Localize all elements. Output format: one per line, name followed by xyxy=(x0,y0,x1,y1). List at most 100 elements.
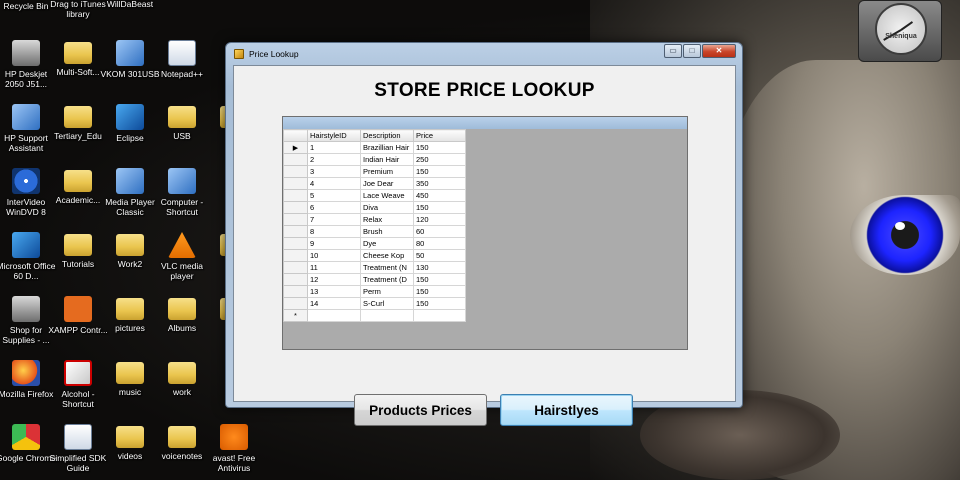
table-row[interactable]: 10 Cheese Kop 50 xyxy=(283,249,466,262)
new-row-cell[interactable] xyxy=(360,309,414,322)
cell-price[interactable]: 120 xyxy=(413,213,466,226)
row-header[interactable] xyxy=(283,261,308,274)
cell-description[interactable]: Treatment (N xyxy=(360,261,414,274)
desktop-icon[interactable]: Tutorials xyxy=(48,232,108,269)
table-row[interactable]: 7 Relax 120 xyxy=(283,213,466,226)
cell-hairstyleid[interactable]: 7 xyxy=(307,213,361,226)
cell-hairstyleid[interactable]: 4 xyxy=(307,177,361,190)
row-header[interactable] xyxy=(283,165,308,178)
cell-price[interactable]: 150 xyxy=(413,165,466,178)
row-header[interactable] xyxy=(283,273,308,286)
new-row-cell[interactable] xyxy=(413,309,466,322)
cell-description[interactable]: Treatment (D xyxy=(360,273,414,286)
row-header[interactable] xyxy=(283,297,308,310)
cell-price[interactable]: 150 xyxy=(413,273,466,286)
clock-gadget[interactable]: Sheniqua xyxy=(858,0,942,62)
desktop-icon[interactable]: work xyxy=(152,360,212,397)
price-lookup-window[interactable]: Price Lookup ▭ □ ✕ STORE PRICE LOOKUP Ha… xyxy=(225,42,743,426)
cell-description[interactable]: Premium xyxy=(360,165,414,178)
hairstyles-datagrid[interactable]: HairstyleID Description Price ▶ 1 Brazilli… xyxy=(282,116,688,350)
desktop-icon[interactable]: Drag to iTunes library xyxy=(48,0,108,19)
row-header[interactable] xyxy=(283,237,308,250)
cell-price[interactable]: 150 xyxy=(413,141,466,154)
cell-price[interactable]: 450 xyxy=(413,189,466,202)
table-row[interactable]: 5 Lace Weave 450 xyxy=(283,189,466,202)
cell-price[interactable]: 150 xyxy=(413,285,466,298)
hairstyles-button[interactable]: Hairstlyes xyxy=(500,394,633,426)
cell-hairstyleid[interactable]: 12 xyxy=(307,273,361,286)
table-row[interactable]: ▶ 1 Brazillian Hair 150 xyxy=(283,141,466,154)
row-header[interactable] xyxy=(283,189,308,202)
table-row[interactable]: 6 Diva 150 xyxy=(283,201,466,214)
new-row-cell[interactable] xyxy=(307,309,361,322)
desktop-icon[interactable]: avast! Free Antivirus xyxy=(204,424,264,473)
desktop-icon[interactable]: pictures xyxy=(100,296,160,333)
desktop-icon[interactable]: XAMPP Contr... xyxy=(48,296,108,335)
table-row[interactable]: 8 Brush 60 xyxy=(283,225,466,238)
desktop-icon[interactable]: Eclipse xyxy=(100,104,160,143)
cell-description[interactable]: Perm xyxy=(360,285,414,298)
cell-hairstyleid[interactable]: 6 xyxy=(307,201,361,214)
desktop-icon[interactable]: voicenotes xyxy=(152,424,212,461)
row-header[interactable] xyxy=(283,285,308,298)
new-row-indicator[interactable]: * xyxy=(283,309,308,322)
desktop-icon[interactable]: Simplified SDK Guide xyxy=(48,424,108,473)
cell-description[interactable]: Indian Hair xyxy=(360,153,414,166)
app-form-icon[interactable] xyxy=(234,49,244,59)
title-bar[interactable]: Price Lookup ▭ □ ✕ xyxy=(226,43,742,65)
table-row[interactable]: 14 S-Curl 150 xyxy=(283,297,466,310)
minimize-button[interactable]: ▭ xyxy=(664,44,682,58)
cell-hairstyleid[interactable]: 1 xyxy=(307,141,361,154)
table-row[interactable]: 2 Indian Hair 250 xyxy=(283,153,466,166)
cell-hairstyleid[interactable]: 3 xyxy=(307,165,361,178)
desktop-icon[interactable]: Tertiary_Edu xyxy=(48,104,108,141)
close-button[interactable]: ✕ xyxy=(702,44,736,58)
cell-description[interactable]: Dye xyxy=(360,237,414,250)
cell-description[interactable]: Brazillian Hair xyxy=(360,141,414,154)
cell-hairstyleid[interactable]: 9 xyxy=(307,237,361,250)
row-header[interactable] xyxy=(283,153,308,166)
cell-hairstyleid[interactable]: 10 xyxy=(307,249,361,262)
desktop-icon[interactable]: USB xyxy=(152,104,212,141)
cell-description[interactable]: Cheese Kop xyxy=(360,249,414,262)
desktop-icon[interactable]: Work2 xyxy=(100,232,160,269)
cell-description[interactable]: Joe Dear xyxy=(360,177,414,190)
row-header[interactable] xyxy=(283,213,308,226)
cell-description[interactable]: Diva xyxy=(360,201,414,214)
desktop-icon[interactable]: Alcohol - Shortcut xyxy=(48,360,108,409)
desktop-icon[interactable]: Albums xyxy=(152,296,212,333)
table-row[interactable]: 4 Joe Dear 350 xyxy=(283,177,466,190)
cell-hairstyleid[interactable]: 11 xyxy=(307,261,361,274)
table-row[interactable]: 11 Treatment (N 130 xyxy=(283,261,466,274)
desktop-icon[interactable]: Multi-Soft... xyxy=(48,40,108,77)
cell-hairstyleid[interactable]: 13 xyxy=(307,285,361,298)
desktop-icon[interactable]: Media Player Classic xyxy=(100,168,160,217)
row-header[interactable] xyxy=(283,225,308,238)
cell-price[interactable]: 50 xyxy=(413,249,466,262)
current-row-indicator[interactable]: ▶ xyxy=(283,141,308,154)
desktop-icon[interactable]: music xyxy=(100,360,160,397)
cell-description[interactable]: Brush xyxy=(360,225,414,238)
desktop-icon[interactable]: WillDaBeast xyxy=(100,0,160,9)
row-header[interactable] xyxy=(283,201,308,214)
cell-price[interactable]: 150 xyxy=(413,297,466,310)
column-header-description[interactable]: Description xyxy=(360,129,414,142)
cell-price[interactable]: 350 xyxy=(413,177,466,190)
column-header-price[interactable]: Price xyxy=(413,129,466,142)
desktop-icon[interactable]: Computer - Shortcut xyxy=(152,168,212,217)
cell-price[interactable]: 150 xyxy=(413,201,466,214)
maximize-button[interactable]: □ xyxy=(683,44,701,58)
cell-hairstyleid[interactable]: 8 xyxy=(307,225,361,238)
column-header-hairstyleid[interactable]: HairstyleID xyxy=(307,129,361,142)
cell-description[interactable]: Lace Weave xyxy=(360,189,414,202)
row-header[interactable] xyxy=(283,249,308,262)
table-row[interactable]: 12 Treatment (D 150 xyxy=(283,273,466,286)
new-row[interactable]: * xyxy=(283,309,466,322)
grid-corner-header[interactable] xyxy=(283,129,308,142)
cell-price[interactable]: 250 xyxy=(413,153,466,166)
desktop-icon[interactable]: VKOM 301USB xyxy=(100,40,160,79)
row-header[interactable] xyxy=(283,177,308,190)
desktop-icon[interactable]: Notepad++ xyxy=(152,40,212,79)
cell-description[interactable]: Relax xyxy=(360,213,414,226)
products-prices-button[interactable]: Products Prices xyxy=(354,394,487,426)
